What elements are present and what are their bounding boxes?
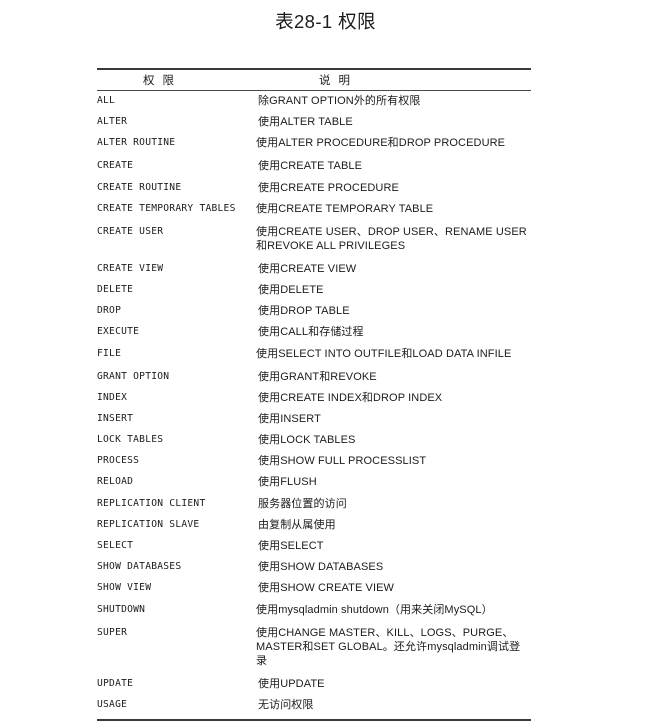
table-row: SELECT 使用SELECT xyxy=(97,539,531,553)
table-row: FILE 使用SELECT INTO OUTFILE和LOAD DATA INF… xyxy=(97,347,531,361)
cell-privilege: CREATE xyxy=(97,160,134,172)
cell-description: 使用DELETE xyxy=(258,283,324,296)
table-row: LOCK TABLES 使用LOCK TABLES xyxy=(97,433,531,447)
cell-description: 服务器位置的访问 xyxy=(258,497,347,510)
cell-description: 使用INSERT xyxy=(258,412,321,425)
table-caption: 表28-1 权限 xyxy=(275,11,376,32)
cell-description: 使用SHOW FULL PROCESSLIST xyxy=(258,455,427,468)
table-row: ALTER ROUTINE 使用ALTER PROCEDURE和DROP PRO… xyxy=(97,136,531,150)
table-row: CREATE VIEW 使用CREATE VIEW xyxy=(97,262,531,276)
table-row: USAGE 无访问权限 xyxy=(97,698,531,712)
cell-description: 使用CREATE INDEX和DROP INDEX xyxy=(258,391,443,404)
table-row: CREATE 使用CREATE TABLE xyxy=(97,159,531,173)
cell-description: 使用mysqladmin shutdown（用来关闭MySQL） xyxy=(256,603,493,616)
column-header-description-char1: 说 xyxy=(319,75,331,87)
column-header-privilege: 权限 xyxy=(97,72,256,88)
table-row: EXECUTE 使用CALL和存储过程 xyxy=(97,325,531,339)
cell-privilege: REPLICATION CLIENT xyxy=(97,497,206,509)
cell-privilege: SUPER xyxy=(97,626,128,638)
cell-privilege: DROP xyxy=(97,305,122,317)
cell-privilege: UPDATE xyxy=(97,677,134,689)
cell-privilege: SELECT xyxy=(97,540,134,551)
document-page: 表28-1 权限 权限 说明 ALL 除GRANT OPTION外的所有权限 A… xyxy=(0,0,651,721)
cell-privilege: CREATE VIEW xyxy=(97,262,164,274)
cell-description: 使用ALTER TABLE xyxy=(258,116,353,129)
cell-privilege: SHOW DATABASES xyxy=(97,561,182,573)
cell-privilege: RELOAD xyxy=(97,476,134,488)
table-row: CREATE USER 使用CREATE USER、DROP USER、RENA… xyxy=(97,225,531,253)
cell-description: 使用CALL和存储过程 xyxy=(258,326,364,339)
cell-privilege: CREATE USER xyxy=(97,225,164,237)
cell-description: 除GRANT OPTION外的所有权限 xyxy=(258,95,421,107)
cell-privilege: ALTER xyxy=(97,116,128,128)
cell-description: 使用CREATE TEMPORARY TABLE xyxy=(256,202,434,215)
cell-description: 使用DROP TABLE xyxy=(258,305,350,318)
table-row: REPLICATION CLIENT 服务器位置的访问 xyxy=(97,497,531,511)
table-row: PROCESS 使用SHOW FULL PROCESSLIST xyxy=(97,454,531,468)
cell-privilege: USAGE xyxy=(97,698,128,710)
cell-description: 使用CREATE VIEW xyxy=(258,262,357,275)
cell-description: 使用LOCK TABLES xyxy=(258,434,356,447)
cell-privilege: DELETE xyxy=(97,283,134,295)
cell-description: 使用SHOW DATABASES xyxy=(258,561,384,574)
table-row: INDEX 使用CREATE INDEX和DROP INDEX xyxy=(97,391,531,405)
table-row: SHOW VIEW 使用SHOW CREATE VIEW xyxy=(97,581,531,595)
table-row: INSERT 使用INSERT xyxy=(97,412,531,426)
cell-privilege: CREATE ROUTINE xyxy=(97,181,182,193)
table-row: GRANT OPTION 使用GRANT和REVOKE xyxy=(97,370,531,384)
cell-privilege: FILE xyxy=(97,347,122,359)
table-row: ALL 除GRANT OPTION外的所有权限 xyxy=(97,94,531,108)
table-row: SHUTDOWN 使用mysqladmin shutdown（用来关闭MySQL… xyxy=(97,603,531,617)
cell-description: 使用UPDATE xyxy=(258,677,325,690)
table-row: CREATE ROUTINE 使用CREATE PROCEDURE xyxy=(97,181,531,195)
table-row: ALTER 使用ALTER TABLE xyxy=(97,115,531,129)
table-header-row: 权限 说明 xyxy=(97,70,531,90)
cell-privilege: INSERT xyxy=(97,412,134,424)
cell-privilege: INDEX xyxy=(97,391,128,403)
cell-description: 使用CREATE TABLE xyxy=(258,160,363,173)
table-row: DROP 使用DROP TABLE xyxy=(97,304,531,318)
table-row: RELOAD 使用FLUSH xyxy=(97,475,531,489)
table-row: REPLICATION SLAVE 由复制从属使用 xyxy=(97,518,531,532)
cell-description: 无访问权限 xyxy=(258,698,314,711)
cell-privilege: EXECUTE xyxy=(97,326,140,338)
cell-description: 由复制从属使用 xyxy=(258,518,336,531)
cell-description: 使用CHANGE MASTER、KILL、LOGS、PURGE、MASTER和S… xyxy=(256,626,521,667)
table-row: SHOW DATABASES 使用SHOW DATABASES xyxy=(97,560,531,574)
cell-privilege: SHUTDOWN xyxy=(97,603,146,615)
cell-privilege: SHOW VIEW xyxy=(97,582,152,594)
column-header-privilege-char2: 限 xyxy=(162,75,175,87)
cell-privilege: ALTER ROUTINE xyxy=(97,137,176,149)
cell-description: 使用CREATE PROCEDURE xyxy=(258,181,399,194)
cell-description: 使用FLUSH xyxy=(258,476,317,489)
table-body: ALL 除GRANT OPTION外的所有权限 ALTER 使用ALTER TA… xyxy=(97,91,531,712)
cell-privilege: PROCESS xyxy=(97,455,140,467)
cell-privilege: GRANT OPTION xyxy=(97,370,170,382)
privileges-table: 权限 说明 ALL 除GRANT OPTION外的所有权限 ALTER 使用AL… xyxy=(97,68,531,721)
table-row: CREATE TEMPORARY TABLES 使用CREATE TEMPORA… xyxy=(97,202,531,216)
cell-description: 使用GRANT和REVOKE xyxy=(258,370,377,383)
cell-privilege: ALL xyxy=(97,95,116,106)
cell-description: 使用SELECT xyxy=(258,540,324,552)
table-row: DELETE 使用DELETE xyxy=(97,283,531,297)
column-header-description-char2: 明 xyxy=(338,75,351,87)
column-header-description: 说明 xyxy=(256,72,531,88)
cell-description: 使用SHOW CREATE VIEW xyxy=(258,582,395,595)
cell-privilege: REPLICATION SLAVE xyxy=(97,518,200,530)
cell-privilege: CREATE TEMPORARY TABLES xyxy=(97,202,236,214)
table-row: UPDATE 使用UPDATE xyxy=(97,677,531,691)
column-header-privilege-char1: 权 xyxy=(143,75,155,87)
cell-description: 使用SELECT INTO OUTFILE和LOAD DATA INFILE xyxy=(256,347,512,360)
table-row: SUPER 使用CHANGE MASTER、KILL、LOGS、PURGE、MA… xyxy=(97,626,531,668)
cell-description: 使用CREATE USER、DROP USER、RENAME USER和REVO… xyxy=(256,225,527,252)
cell-description: 使用ALTER PROCEDURE和DROP PROCEDURE xyxy=(256,137,506,150)
cell-privilege: LOCK TABLES xyxy=(97,434,164,446)
